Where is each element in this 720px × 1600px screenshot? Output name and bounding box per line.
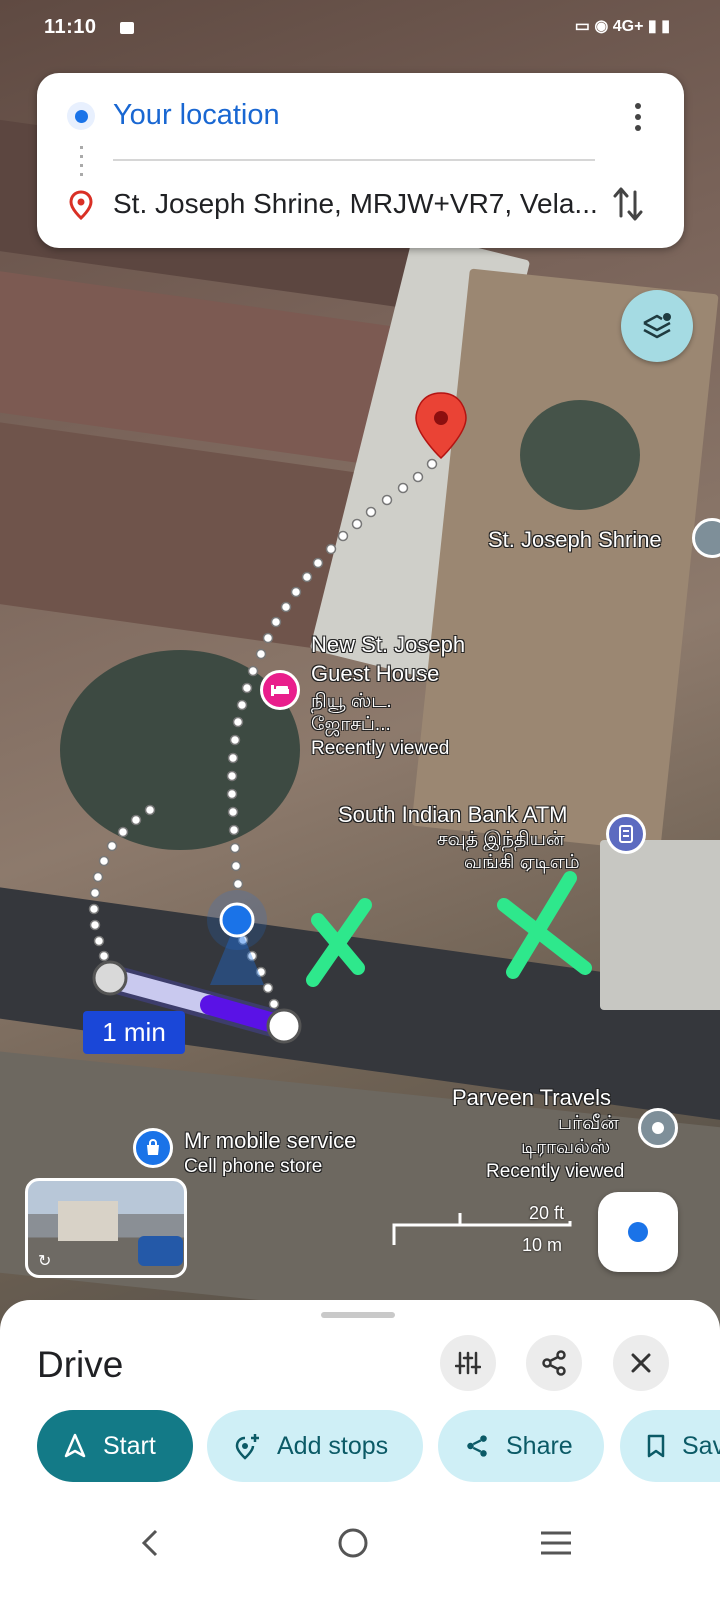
navigation-arrow-icon xyxy=(63,1433,87,1459)
atm-tamil-line2: வங்கி ஏடிஎம் xyxy=(464,852,580,873)
share-route-button[interactable] xyxy=(526,1335,582,1391)
travels-tamil-line1: பர்வீன் xyxy=(558,1113,619,1134)
share-button[interactable]: Share xyxy=(438,1410,604,1482)
travel-mode-title: Drive xyxy=(37,1344,124,1385)
add-stops-label: Add stops xyxy=(277,1431,389,1460)
shopping-bag-icon[interactable] xyxy=(133,1128,173,1168)
status-bar: 11:10 ▭ ◉ 4G+ ▮ ▮ xyxy=(0,0,720,58)
field-divider xyxy=(113,159,595,161)
save-button[interactable]: Save xyxy=(620,1410,720,1482)
guest-house-name-line2: Guest House xyxy=(311,661,440,686)
tune-icon xyxy=(455,1351,481,1375)
status-time: 11:10 xyxy=(44,16,97,38)
add-stops-button[interactable]: Add stops xyxy=(207,1410,423,1482)
cast-icon: ▭ xyxy=(574,18,590,35)
start-button[interactable]: Start xyxy=(37,1410,193,1482)
travels-note: Recently viewed xyxy=(486,1161,625,1182)
destination-field[interactable]: St. Joseph Shrine, MRJW+VR7, Vela... xyxy=(113,188,598,220)
home-icon xyxy=(338,1528,368,1558)
menu-icon xyxy=(541,1531,571,1555)
signal-icon: ▮ xyxy=(647,18,657,35)
route-duration-badge[interactable]: 1 min xyxy=(83,1011,185,1054)
layers-icon xyxy=(643,313,671,339)
back-icon xyxy=(141,1529,158,1557)
travels-name: Parveen Travels xyxy=(452,1085,611,1110)
network-type: 4G+ xyxy=(612,18,644,35)
mobile-type: Cell phone store xyxy=(184,1156,323,1177)
close-button[interactable] xyxy=(613,1335,669,1391)
my-location-button[interactable] xyxy=(598,1192,678,1272)
mobile-name: Mr mobile service xyxy=(184,1128,357,1153)
origin-field[interactable]: Your location xyxy=(113,99,280,132)
guest-house-note: Recently viewed xyxy=(311,738,450,759)
destination-pin-icon xyxy=(68,190,94,225)
scale-feet: 20 ft xyxy=(528,1203,564,1223)
route-options-button[interactable] xyxy=(440,1335,496,1391)
street-view-tarp xyxy=(138,1236,183,1266)
swap-direction-button[interactable] xyxy=(612,184,644,224)
scale-meters: 10 m xyxy=(521,1235,562,1255)
status-icons: ▭ ◉ 4G+ ▮ ▮ xyxy=(575,16,670,36)
share-icon xyxy=(464,1433,490,1459)
atm-tamil-line1: சவுத் இந்தியன் xyxy=(437,829,565,850)
drag-handle[interactable] xyxy=(321,1312,395,1318)
battery-icon: ▮ xyxy=(661,18,670,35)
travels-tamil-line2: டிராவல்ஸ் xyxy=(521,1137,611,1158)
place-icon[interactable] xyxy=(638,1108,678,1148)
share-label: Share xyxy=(506,1431,573,1460)
atm-name: South Indian Bank ATM xyxy=(338,802,568,827)
label-st-joseph-shrine[interactable]: St. Joseph Shrine xyxy=(488,526,662,553)
swap-icon xyxy=(613,187,643,221)
home-button[interactable] xyxy=(328,1518,378,1568)
location-icon: ◉ xyxy=(594,18,609,35)
system-navigation-bar xyxy=(0,1490,720,1600)
rotate-360-icon: ↻ xyxy=(38,1253,52,1270)
map-scale: 20 ft 10 m xyxy=(392,1195,572,1255)
recents-button[interactable] xyxy=(531,1518,581,1568)
close-icon xyxy=(631,1353,651,1373)
more-options-button[interactable] xyxy=(626,100,650,134)
guest-house-tamil-line1: நியூ ஸ்ட. xyxy=(311,691,392,712)
start-label: Start xyxy=(103,1431,156,1460)
hotel-icon[interactable] xyxy=(260,670,300,710)
guest-house-tamil-line2: ஜோசப்... xyxy=(311,714,391,735)
share-icon xyxy=(542,1350,566,1376)
bookmark-icon xyxy=(646,1433,666,1459)
back-button[interactable] xyxy=(125,1518,175,1568)
route-connector xyxy=(80,146,83,176)
street-view-thumbnail[interactable]: ↻ xyxy=(25,1178,187,1278)
street-view-building xyxy=(58,1201,118,1241)
layers-button[interactable] xyxy=(621,290,693,362)
add-location-icon xyxy=(233,1432,261,1460)
origin-icon xyxy=(67,102,95,130)
save-label: Save xyxy=(682,1431,720,1460)
atm-icon[interactable] xyxy=(606,814,646,854)
guest-house-name-line1: New St. Joseph xyxy=(311,632,466,657)
notification-icon xyxy=(120,22,134,34)
location-dot-icon xyxy=(628,1222,648,1242)
